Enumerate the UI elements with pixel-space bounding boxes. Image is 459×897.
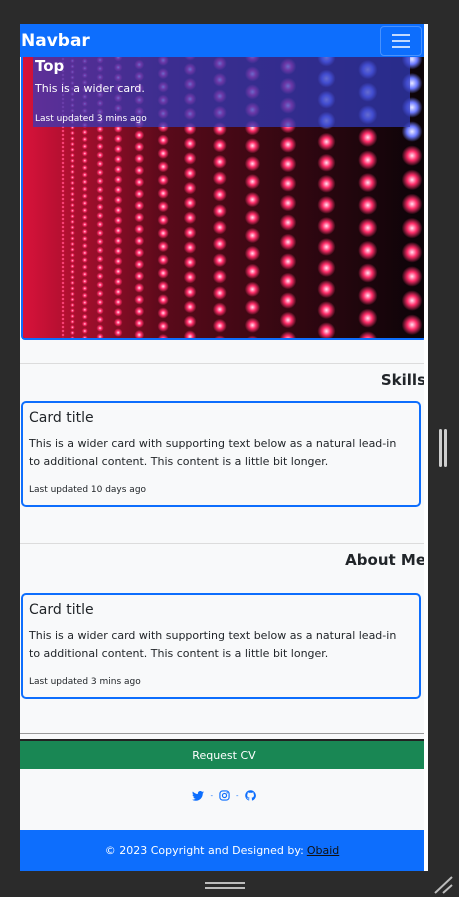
divider [20, 733, 428, 734]
browser-viewport: Navbar Top This is a wider card. Last up… [20, 24, 428, 871]
hero-updated: Last updated 3 mins ago [35, 114, 147, 124]
resize-corner-icon[interactable] [433, 876, 453, 894]
hero-title: Top [35, 57, 65, 75]
twitter-icon[interactable] [192, 790, 205, 801]
footer-copyright: © 2023 Copyright and Designed by: [104, 844, 304, 857]
hamburger-menu-icon[interactable] [380, 25, 422, 56]
hero-caption: Top This is a wider card. Last updated 3… [33, 57, 410, 127]
hero-card: Top This is a wider card. Last updated 3… [21, 57, 427, 340]
viewport-edge [424, 24, 428, 871]
section-title-about: About Me [345, 551, 426, 569]
navbar: Navbar [20, 24, 424, 57]
about-card: Card title This is a wider card with sup… [21, 593, 421, 699]
hero-text: This is a wider card. [35, 82, 145, 95]
social-links: - - [20, 790, 428, 801]
divider [20, 543, 428, 544]
skills-card: Card title This is a wider card with sup… [21, 401, 421, 507]
bottom-drag-handle-icon[interactable] [205, 880, 245, 892]
section-title-skills: Skills [380, 371, 426, 389]
resize-handle-icon[interactable] [439, 429, 447, 467]
github-icon[interactable] [244, 790, 256, 801]
card-title: Card title [29, 602, 94, 618]
request-cv-button[interactable]: Request CV [20, 739, 428, 769]
card-title: Card title [29, 410, 94, 426]
divider [20, 363, 428, 364]
footer: © 2023 Copyright and Designed by: Obaid [20, 830, 424, 871]
card-updated: Last updated 10 days ago [29, 485, 147, 495]
navbar-brand[interactable]: Navbar [21, 31, 90, 51]
footer-author-link[interactable]: Obaid [307, 844, 339, 857]
instagram-icon[interactable] [219, 790, 230, 801]
social-separator: - [210, 791, 213, 800]
card-text: This is a wider card with supporting tex… [29, 437, 397, 468]
card-updated: Last updated 3 mins ago [29, 677, 141, 687]
social-separator: - [236, 791, 239, 800]
card-text: This is a wider card with supporting tex… [29, 629, 397, 660]
